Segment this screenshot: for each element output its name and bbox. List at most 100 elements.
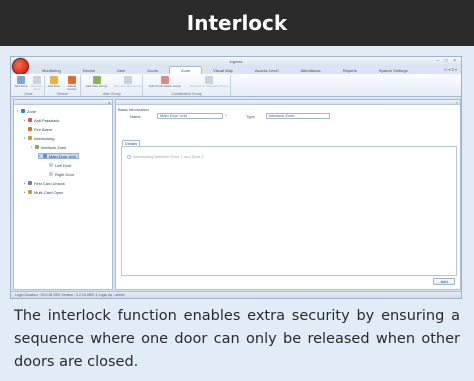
add-user-group-icon — [92, 76, 101, 84]
remove-user-group-button[interactable]: Remove User Group — [113, 76, 142, 88]
panel-header: × — [116, 100, 460, 105]
add-button[interactable]: Add — [433, 278, 455, 285]
menu-tab-attendance[interactable]: Attendance — [289, 66, 331, 74]
multi-card-open-icon — [28, 190, 32, 194]
tree-item-left-door[interactable]: Left Door — [45, 162, 71, 168]
tree-item-right-door[interactable]: Right Door — [45, 171, 74, 177]
interlock-zone-icon — [35, 145, 39, 149]
app-menu-orb-icon[interactable] — [12, 58, 29, 75]
menu-tab-system-settings[interactable]: System Settings — [368, 66, 419, 74]
menu-tab-doors[interactable]: Doors — [136, 66, 169, 74]
panel-header: ◂ — [14, 100, 112, 105]
ribbon-group-device: Add Door Delete Device Device — [45, 75, 81, 96]
ribbon-button-label: Add Door — [47, 84, 61, 88]
type-field[interactable]: Interlock Zone — [266, 113, 330, 119]
menu-tab-visual-map[interactable]: Visual Map — [202, 66, 244, 74]
ribbon-button-label: Remove Zone — [31, 84, 43, 91]
zone-detail-panel: × Basic Information Name Main Door Unit … — [115, 99, 461, 290]
tree-item-anti-passback[interactable]: ▸ Anti Passback — [24, 117, 59, 123]
ribbon-group-label: Device — [57, 92, 68, 96]
add-zone-icon — [17, 76, 25, 84]
type-label: Type — [246, 114, 255, 119]
ribbon-toolbar: Add Zone Remove Zone Zone Add Door Delete De… — [11, 74, 461, 97]
add-combination-group-button[interactable]: Add Combination Group — [144, 76, 186, 88]
ribbon-group-label: User Group — [102, 92, 121, 96]
name-field[interactable]: Main Door Unit — [157, 113, 223, 119]
application-screenshot: Ingress – □ × Monitoring Device User Doors Z… — [10, 56, 462, 299]
first-card-unlock-icon — [28, 181, 32, 185]
ribbon-group-label: Combination Group — [171, 92, 202, 96]
remove-zone-icon — [33, 76, 41, 84]
right-door-icon — [49, 172, 53, 176]
tree-item-fire-alarm[interactable]: Fire Alarm — [24, 126, 52, 132]
interlock-option-label: Interlocking between Door 1 and Door 2 — [133, 154, 204, 159]
window-title: Ingress — [229, 59, 243, 64]
tutorial-card: Interlock Ingress – □ × Monitoring Device… — [0, 0, 474, 381]
status-bar: Login Duration : 00:0:38 SDK Version : 0… — [11, 291, 461, 298]
remove-zone-button[interactable]: Remove Zone — [30, 76, 44, 91]
tree-item-main-door-unit[interactable]: ▾ Main Door Unit — [38, 153, 79, 159]
tree-item-label: Main Door Unit — [49, 153, 76, 159]
tree-item-label: Fire Alarm — [34, 126, 53, 132]
ribbon-group-zone: Add Zone Remove Zone Zone — [13, 75, 45, 96]
window-controls[interactable]: – □ × — [437, 58, 459, 64]
ribbon-button-label: Add Combination Group — [148, 84, 182, 88]
tree-item-first-card-unlock[interactable]: ▸ First Card Unlock — [24, 180, 65, 186]
tree-item-label: Zone — [27, 108, 37, 114]
main-menu-bar: Monitoring Device User Doors Zone Visual Map A… — [31, 66, 461, 74]
ribbon-button-label: Remove User Group — [113, 84, 142, 88]
zone-tree-panel: ◂ ▾ Zone ▸ Anti Passback Fire Alarm ▾ Interloc… — [13, 99, 113, 290]
tree-item-label: Interlocking — [34, 135, 55, 141]
tree-item-label: Left Door — [55, 162, 72, 168]
name-label: Name — [130, 114, 141, 119]
main-door-unit-icon — [43, 154, 47, 158]
help-options-icon[interactable]: ⊖ ▾ ⍰ ▾ — [444, 67, 457, 72]
ribbon-group-combination-group: Add Combination Group Remove Combination … — [143, 75, 231, 96]
tree-item-label: Multi-Card Open — [34, 189, 64, 195]
tree-item-label: Interlock Zone — [41, 144, 67, 150]
remove-combination-group-button[interactable]: Remove Combination Group — [188, 76, 230, 88]
details-content: Interlocking between Door 1 and Door 2 — [121, 146, 457, 276]
title-banner: Interlock — [0, 0, 474, 46]
zone-icon — [21, 109, 25, 113]
ribbon-button-label: Delete Device — [67, 84, 77, 91]
add-combination-group-icon — [161, 76, 169, 84]
tree-item-interlock-zone[interactable]: ▾ Interlock Zone — [31, 144, 66, 150]
required-marker: * — [225, 113, 227, 118]
radio-button-icon[interactable] — [127, 154, 131, 159]
ribbon-group-user-group: Add User Group Remove User Group User Grou… — [81, 75, 143, 96]
tree-item-label: Anti Passback — [34, 117, 60, 123]
menu-tab-access-level[interactable]: Access Level — [244, 66, 290, 74]
tree-item-label: Right Door — [55, 171, 75, 177]
menu-tab-zone[interactable]: Zone — [169, 66, 203, 74]
menu-tab-monitoring[interactable]: Monitoring — [31, 66, 72, 74]
fire-alarm-icon — [28, 127, 32, 131]
close-panel-icon[interactable]: × — [456, 100, 458, 105]
page-title: Interlock — [186, 11, 288, 35]
interlocking-icon — [28, 136, 32, 140]
interlock-option[interactable]: Interlocking between Door 1 and Door 2 — [127, 154, 204, 159]
add-zone-button[interactable]: Add Zone — [14, 76, 28, 88]
left-door-icon — [49, 163, 53, 167]
menu-tab-reports[interactable]: Reports — [332, 66, 368, 74]
add-door-icon — [50, 76, 58, 84]
tree-item-label: First Card Unlock — [34, 180, 65, 186]
collapse-panel-icon[interactable]: ◂ — [108, 100, 110, 105]
window-titlebar: Ingress – □ × — [11, 57, 461, 66]
description-text: The interlock function enables extra sec… — [14, 308, 460, 370]
menu-tab-user[interactable]: User — [106, 66, 136, 74]
delete-device-button[interactable]: Delete Device — [64, 76, 80, 91]
tree-item-zone[interactable]: ▾ Zone — [17, 108, 36, 114]
delete-device-icon — [68, 76, 76, 84]
anti-passback-icon — [28, 118, 32, 122]
add-user-group-button[interactable]: Add User Group — [82, 76, 111, 88]
remove-user-group-icon — [123, 76, 132, 84]
basic-information-label: Basic Information — [118, 107, 149, 112]
tree-item-multi-card-open[interactable]: ▸ Multi-Card Open — [24, 189, 63, 195]
menu-tab-device[interactable]: Device — [72, 66, 106, 74]
tree-item-interlocking[interactable]: ▾ Interlocking — [24, 135, 54, 141]
ribbon-button-label: Add User Group — [85, 84, 108, 88]
ribbon-button-label: Add Zone — [14, 84, 28, 88]
remove-combination-group-icon — [205, 76, 213, 84]
add-door-button[interactable]: Add Door — [46, 76, 62, 88]
